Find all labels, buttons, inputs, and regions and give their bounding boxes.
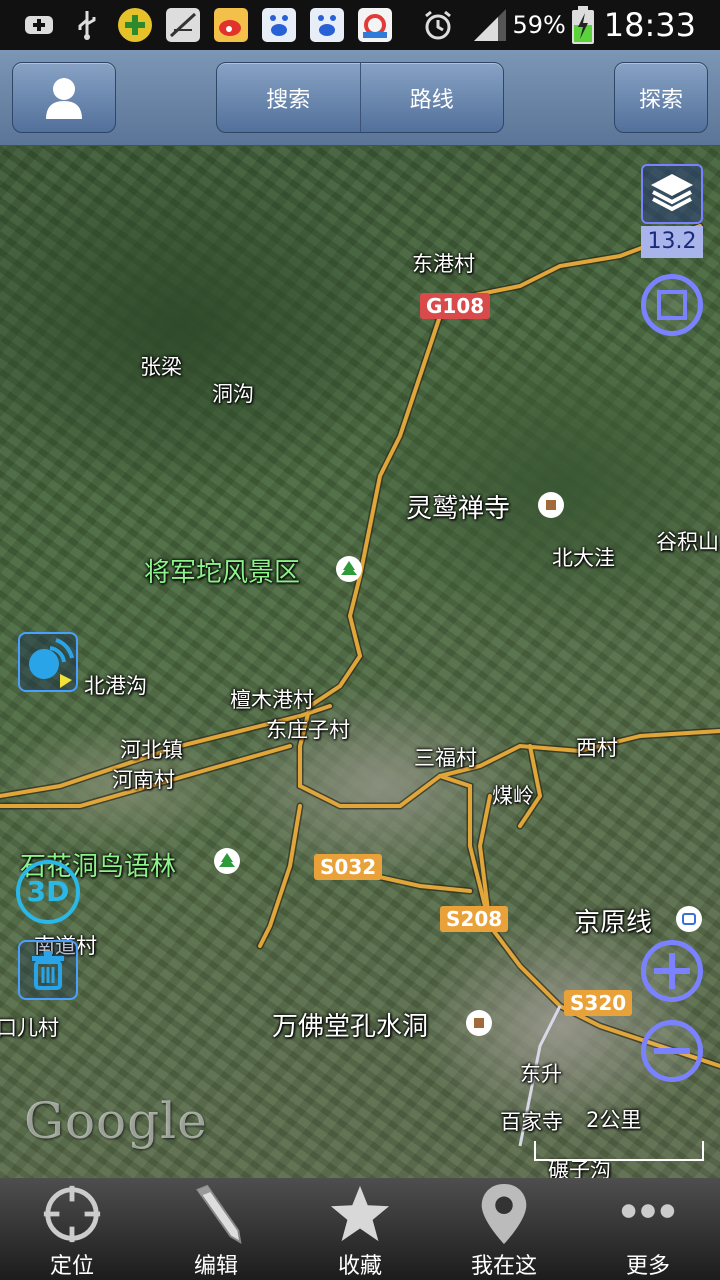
store-icon [358,8,392,42]
baidu-icon [310,8,344,42]
place-label: 西村 [576,736,618,760]
map-view[interactable]: 东港村 G108 张梁 洞沟 灵鹫禅寺 北大洼 谷积山 将军坨风景区 北港沟 檀… [0,146,720,1178]
place-label: 口儿村 [0,1016,59,1040]
signal-off-icon [166,8,200,42]
battery-percent: 59% [512,11,566,39]
place-label: 煤岭 [492,784,534,808]
place-label: 灵鹫禅寺 [406,494,511,524]
compass-icon [29,638,74,688]
place-label: 谷积山 [656,530,719,554]
route-tab[interactable]: 路线 [359,63,504,132]
status-right: 59% 18:33 [420,0,720,50]
top-toolbar: 搜索 路线 探索 [0,50,720,146]
more-icon [621,1204,675,1218]
scenic-label: 将军坨风景区 [144,558,301,588]
map-pin-icon [481,1183,527,1245]
user-icon [46,77,82,119]
clock: 18:33 [603,6,696,44]
minus-circle-icon [654,1048,690,1054]
plus-circle-icon [654,953,690,989]
place-label: 河南村 [112,768,175,792]
game-icon [118,8,152,42]
alarm-icon [425,10,452,40]
place-label: 东升 [520,1062,562,1086]
nav-favorite[interactable]: 收藏 [288,1178,432,1280]
nav-label: 编辑 [193,1254,238,1279]
nav-more[interactable]: 更多 [576,1178,720,1280]
square-icon [657,290,687,320]
place-label: 洞沟 [212,382,254,406]
place-label: 东港村 [412,252,475,276]
place-label: 京原线 [574,908,653,938]
user-button[interactable] [12,62,116,133]
battery-charging-icon [571,6,594,44]
layers-icon [651,174,693,212]
place-label: 百家寺 [500,1110,563,1134]
place-label: 河北镇 [120,738,183,762]
plus-icon [22,8,56,42]
place-label: 三福村 [414,746,477,770]
place-label: 北大洼 [552,546,615,570]
fullscreen-button[interactable] [641,274,703,336]
pencil-icon [196,1184,242,1245]
search-tab[interactable]: 搜索 [217,63,360,132]
tree-poi-icon[interactable] [214,848,240,874]
place-label: 檀木港村 [230,688,314,712]
status-bar: 59% 18:33 [0,0,720,50]
explore-button[interactable]: 探索 [614,62,708,133]
layers-button[interactable] [641,164,703,224]
usb-icon [70,8,104,42]
weibo-icon [214,8,248,42]
trash-icon [32,951,64,990]
temple-poi-icon[interactable] [538,492,564,518]
zoom-out-button[interactable] [641,1020,703,1082]
3d-button[interactable]: 3D [16,860,80,924]
scale-bar [534,1141,704,1161]
search-route-segment: 搜索 路线 [216,62,504,133]
signal-icon [474,9,507,41]
nav-label: 更多 [625,1254,670,1279]
nav-label: 收藏 [337,1254,382,1279]
place-label: 张梁 [140,355,182,379]
place-label: 北港沟 [84,674,147,698]
crosshair-icon [43,1185,101,1243]
nav-label: 定位 [49,1254,94,1279]
nav-here[interactable]: 我在这 [432,1178,576,1280]
nav-label: 我在这 [470,1254,537,1279]
zoom-in-button[interactable] [641,940,703,1002]
scale-label: 2公里 [586,1108,642,1132]
place-label: 东庄子村 [266,718,350,742]
place-label: 万佛堂孔水洞 [272,1012,429,1042]
nav-edit[interactable]: 编辑 [144,1178,288,1280]
clear-button[interactable] [18,940,78,1000]
zoom-level-badge: 13.2 [641,226,703,258]
bottom-nav: 定位 编辑 收藏 我在这 更多 [0,1178,720,1280]
google-attribution: Google [24,1092,208,1150]
road-shield: S032 [314,854,383,880]
compass-button[interactable] [18,632,78,692]
baidu-icon [262,8,296,42]
star-icon [330,1185,390,1242]
road-shield: S320 [564,990,633,1016]
road-shield: S208 [440,906,509,932]
road-shield: G108 [420,293,491,319]
tree-poi-icon[interactable] [336,556,362,582]
station-poi-icon[interactable] [676,906,702,932]
nav-locate[interactable]: 定位 [0,1178,144,1280]
cave-poi-icon[interactable] [466,1010,492,1036]
